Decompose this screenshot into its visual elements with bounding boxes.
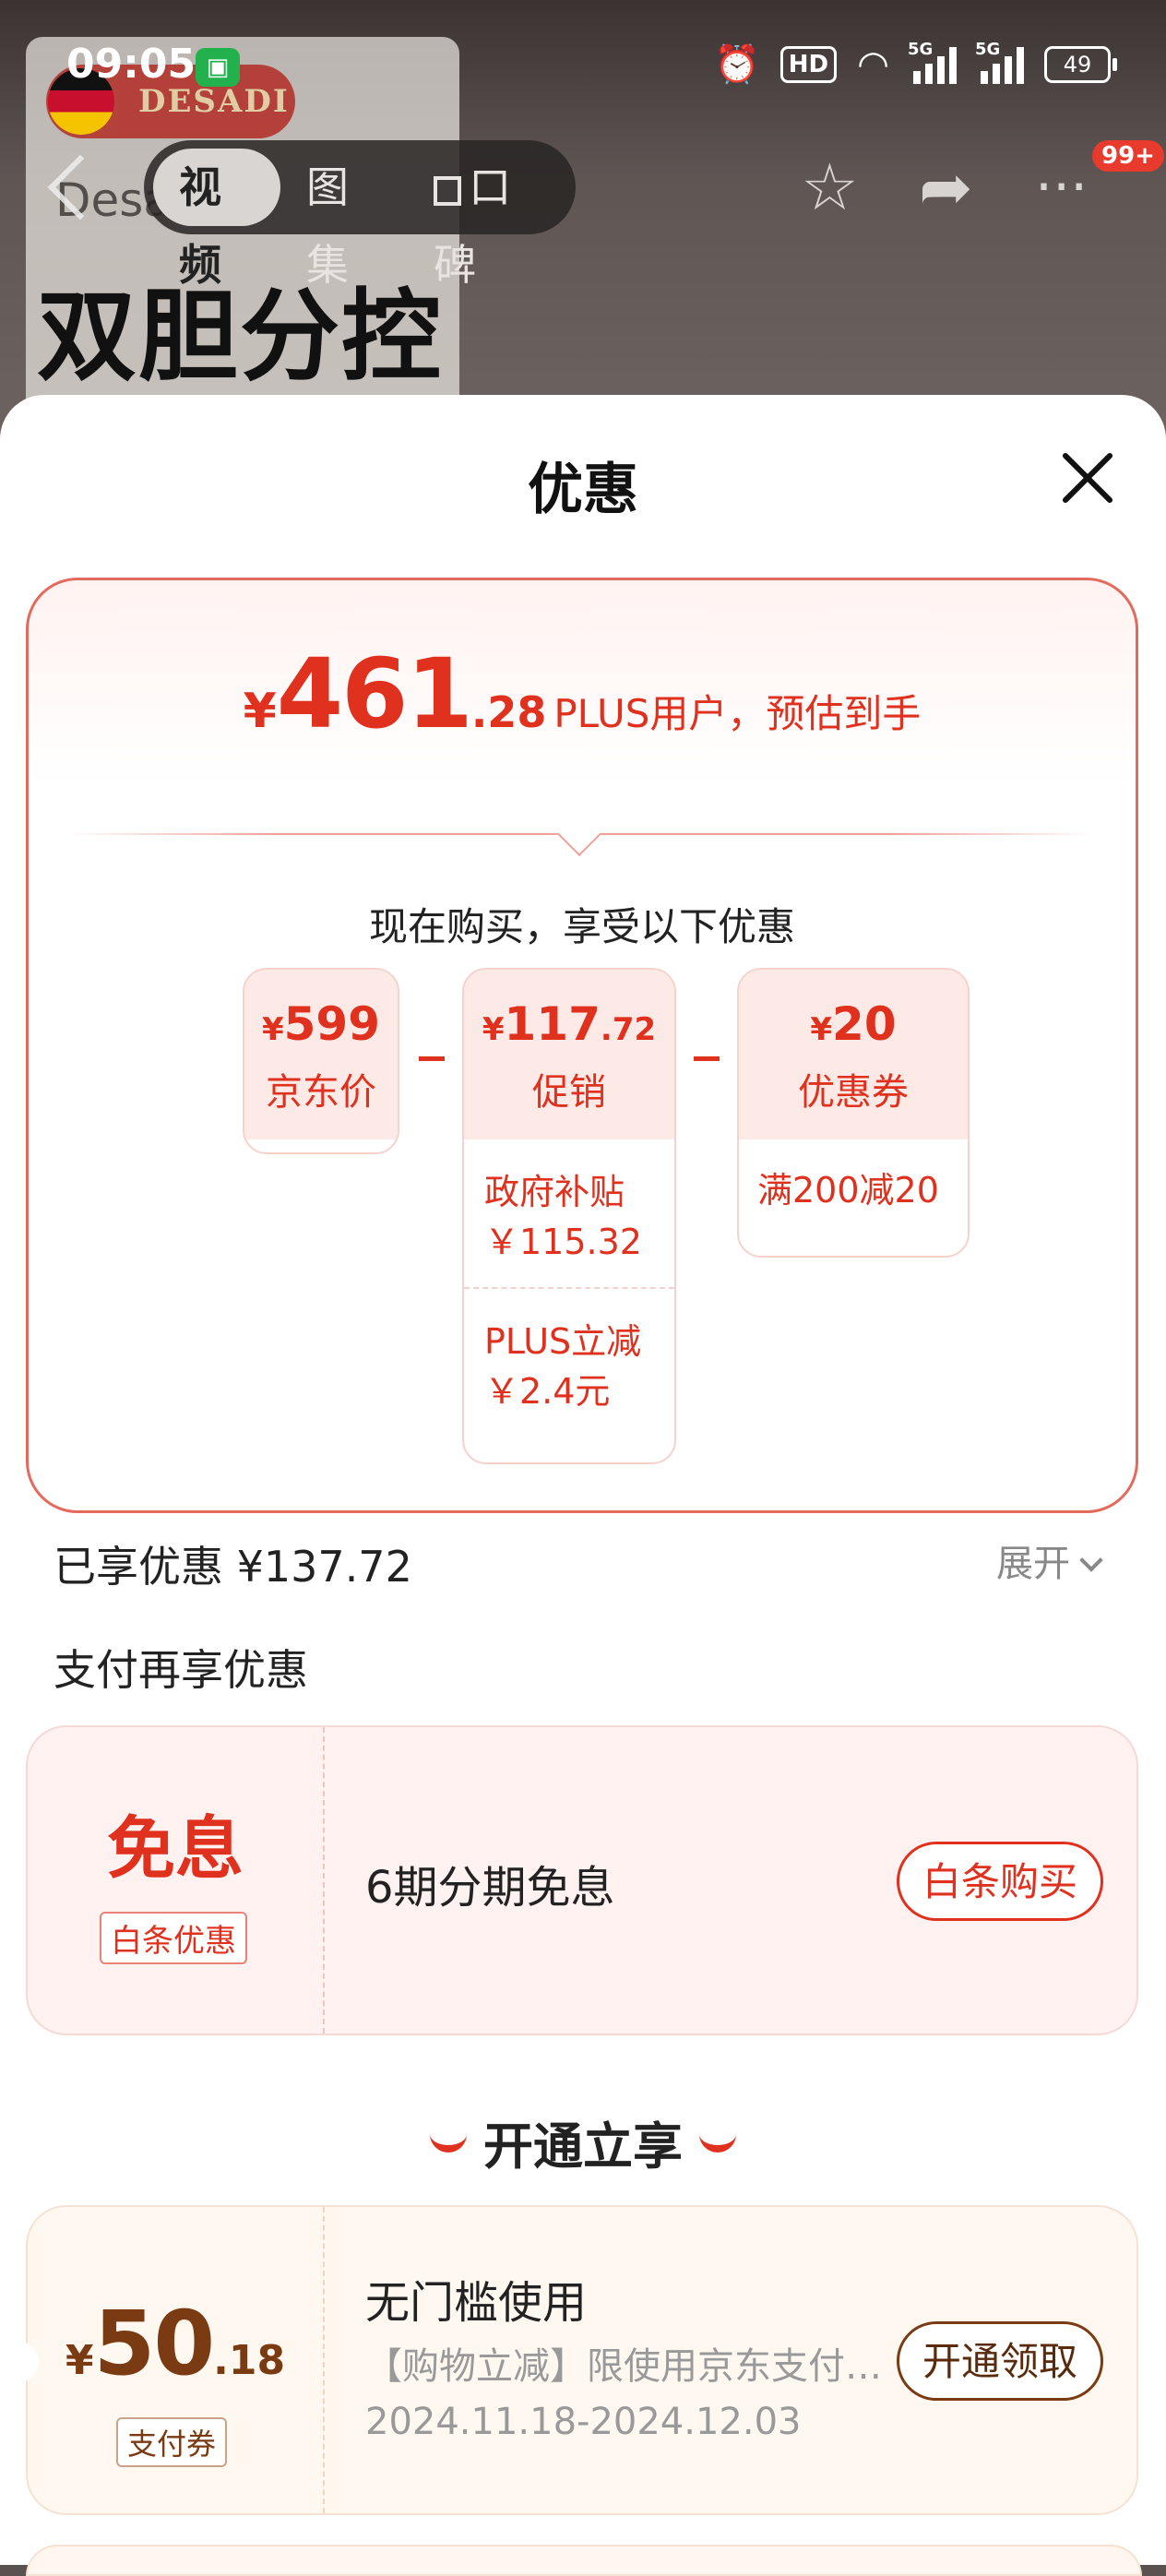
payment-coupon-card: ¥50.18 支付券 无门槛使用 【购物立减】限使用京东支付… 2024.11.… — [17, 2205, 1138, 2515]
coupon-subtitle: 【购物立减】限使用京东支付… — [365, 2345, 882, 2388]
gov-subsidy-item: 政府补贴 ￥115.32 — [484, 1172, 642, 1262]
coupon-condition: 满200减20 — [757, 1170, 939, 1210]
baitiao-card: 免息 白条优惠 6期分期免息 白条购买 — [26, 1725, 1138, 2035]
baitiao-tag: 白条优惠 — [100, 1912, 247, 1964]
smile-icon — [430, 2125, 467, 2153]
estimated-price: ¥461.28 PLUS用户，预估到手 — [243, 638, 922, 750]
status-bar: 09:05 ▣ ⏰ HD ◠ 5G 5G 49 — [0, 0, 1166, 129]
message-badge: 99+ — [1092, 140, 1164, 172]
alarm-icon: ⏰ — [713, 43, 760, 86]
enjoyed-discount: 已享优惠 ¥137.72 — [54, 1542, 412, 1592]
pay-more-title: 支付再享优惠 — [54, 1645, 308, 1695]
hd-icon: HD — [779, 45, 838, 83]
sheet-title: 优惠 — [528, 458, 638, 522]
installment-desc: 6期分期免息 — [365, 1862, 615, 1914]
signal-icon: 5G — [908, 40, 957, 84]
app-notification-icon: ▣ — [196, 48, 240, 87]
plus-discount-item: PLUS立减 ￥2.4元 — [464, 1287, 674, 1416]
baitiao-buy-button[interactable]: 白条购买 — [897, 1842, 1103, 1921]
minus-sign — [694, 1056, 720, 1061]
next-coupon-card — [26, 2545, 1142, 2576]
expand-button[interactable]: 展开 — [996, 1533, 1103, 1587]
coupon-dates: 2024.11.18-2024.12.03 — [365, 2401, 802, 2443]
chevron-down-icon — [1079, 1548, 1103, 1572]
now-buy-text: 现在购买，享受以下优惠 — [368, 904, 795, 949]
divider-arrow — [556, 811, 602, 857]
open-section-title: 开通立享 — [0, 2105, 1166, 2178]
coupon-amount: ¥50.18 — [65, 2292, 286, 2395]
minus-sign — [419, 1056, 445, 1061]
wifi-icon: ◠ — [857, 42, 889, 86]
coupon-box: ¥20 优惠券 满200减20 — [737, 968, 970, 1258]
interest-free-label: 免息 — [107, 1809, 244, 1889]
share-icon[interactable]: ➦ — [919, 146, 973, 229]
media-tab-bar: 视频 图集 口碑 — [144, 140, 576, 290]
tab-reviews[interactable]: 口碑 — [408, 149, 566, 290]
coupon-title: 无门槛使用 — [365, 2277, 588, 2329]
favorite-star-icon[interactable]: ☆ — [801, 146, 859, 229]
smile-icon — [699, 2125, 736, 2153]
open-claim-button[interactable]: 开通领取 — [897, 2321, 1103, 2401]
coupon-tag: 支付券 — [116, 2417, 228, 2467]
tab-gallery[interactable]: 图集 — [280, 149, 408, 290]
battery-icon: 49 — [1044, 45, 1117, 83]
close-icon[interactable] — [1059, 450, 1114, 506]
status-time: 09:05 — [66, 41, 196, 88]
tab-video[interactable]: 视频 — [153, 149, 281, 290]
promotion-box: ¥117.72 促销 政府补贴 ￥115.32 PLUS立减 ￥2.4元 — [462, 968, 676, 1464]
more-icon[interactable]: ··· — [1035, 146, 1088, 229]
price-card: ¥461.28 PLUS用户，预估到手 现在购买，享受以下优惠 ¥599 京东价 … — [26, 578, 1138, 1513]
jd-price-box: ¥599 京东价 — [243, 968, 399, 1154]
discount-sheet: 优惠 ¥461.28 PLUS用户，预估到手 现在购买，享受以下优惠 ¥599 京… — [0, 395, 1166, 2576]
product-headline: 双胆分控 — [37, 280, 444, 395]
signal-icon-2: 5G — [975, 40, 1024, 84]
